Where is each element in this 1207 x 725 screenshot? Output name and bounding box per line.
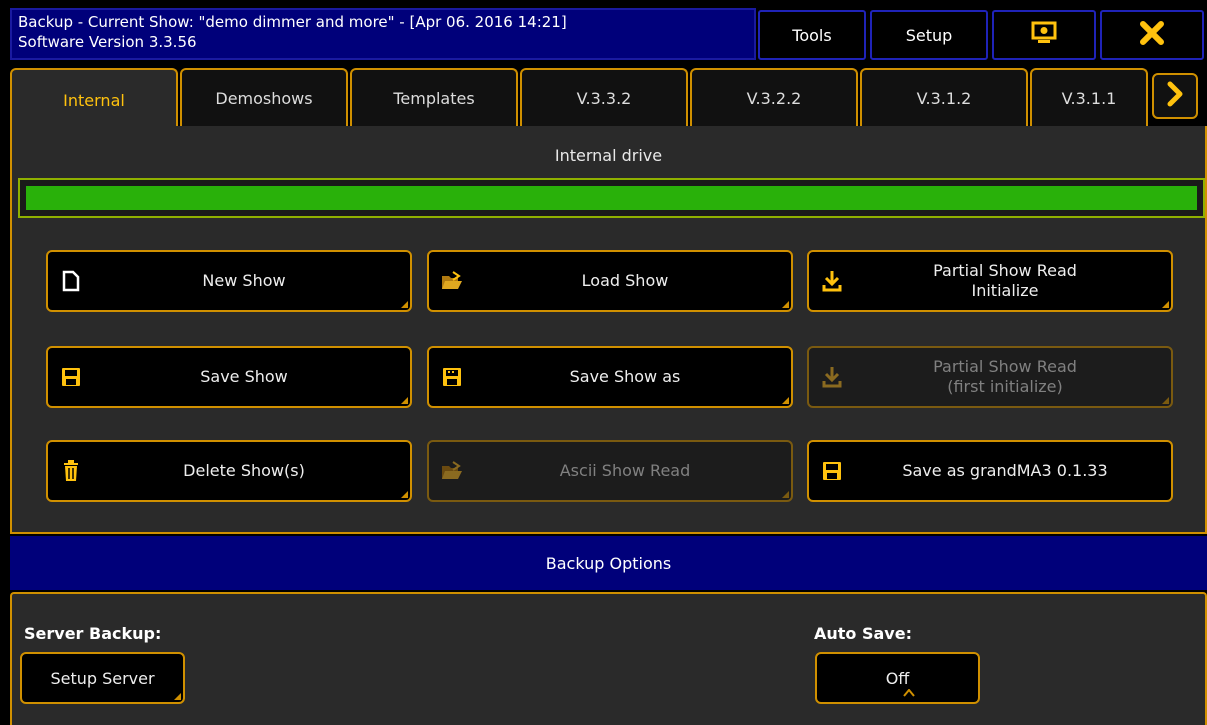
- close-icon: [1139, 20, 1165, 50]
- ascii-show-read-button[interactable]: Ascii Show Read: [427, 440, 793, 502]
- close-button[interactable]: [1100, 10, 1204, 60]
- save-show-as-label: Save Show as: [569, 367, 681, 386]
- partial-show-read-initialize-label: Partial Show Read Initialize: [933, 261, 1077, 300]
- save-show-button[interactable]: Save Show: [46, 346, 412, 408]
- title-bar: Backup - Current Show: "demo dimmer and …: [0, 0, 1207, 66]
- backup-options-panel: Server Backup: Setup Server Auto Save: O…: [10, 592, 1207, 725]
- corner-marker: [1162, 397, 1169, 404]
- partial-show-read-label: Partial Show Read (first initialize): [933, 357, 1077, 396]
- window-title: Backup - Current Show: "demo dimmer and …: [10, 8, 756, 60]
- server-backup-label: Server Backup:: [24, 624, 162, 643]
- tab-scroll-right-button[interactable]: [1152, 73, 1198, 119]
- drive-label: Internal drive: [554, 146, 663, 165]
- load-show-button[interactable]: Load Show: [427, 250, 793, 312]
- backup-options-header: Backup Options: [10, 536, 1207, 590]
- corner-marker: [401, 301, 408, 308]
- save-show-as-button[interactable]: Save Show as: [427, 346, 793, 408]
- new-show-label: New Show: [202, 271, 286, 290]
- partial-show-read-button[interactable]: Partial Show Read (first initialize): [807, 346, 1173, 408]
- setup-server-button[interactable]: Setup Server: [20, 652, 185, 704]
- setup-server-label: Setup Server: [50, 668, 155, 688]
- title-show-info: Backup - Current Show: "demo dimmer and …: [18, 13, 567, 31]
- save-as-grandma3-button[interactable]: Save as grandMA3 0.1.33: [807, 440, 1173, 502]
- tab-internal[interactable]: Internal: [10, 68, 178, 130]
- tab-demoshows[interactable]: Demoshows: [180, 68, 348, 126]
- corner-marker: [1162, 301, 1169, 308]
- setup-button[interactable]: Setup: [870, 10, 988, 60]
- delete-shows-label: Delete Show(s): [183, 461, 305, 480]
- tab-v311[interactable]: V.3.1.1: [1030, 68, 1148, 126]
- tab-v332[interactable]: V.3.3.2: [520, 68, 688, 126]
- auto-save-toggle[interactable]: Off: [815, 652, 980, 704]
- corner-marker: [782, 491, 789, 498]
- tab-templates[interactable]: Templates: [350, 68, 518, 126]
- title-software-version: Software Version 3.3.56: [18, 33, 197, 51]
- corner-marker: [401, 491, 408, 498]
- delete-shows-button[interactable]: Delete Show(s): [46, 440, 412, 502]
- corner-marker: [782, 301, 789, 308]
- open-folder-icon: [441, 459, 463, 483]
- trash-icon: [60, 459, 82, 483]
- save-show-label: Save Show: [200, 367, 288, 386]
- ascii-show-read-label: Ascii Show Read: [559, 461, 691, 480]
- open-folder-icon: [441, 269, 463, 293]
- partial-show-read-initialize-button[interactable]: Partial Show Read Initialize: [807, 250, 1173, 312]
- tab-v312[interactable]: V.3.1.2: [860, 68, 1028, 126]
- tools-button[interactable]: Tools: [758, 10, 866, 60]
- floppy-disk-icon: [821, 459, 843, 483]
- monitor-icon: [1031, 21, 1057, 49]
- chevron-right-icon: [1165, 81, 1185, 111]
- corner-marker: [174, 693, 181, 700]
- corner-marker: [401, 397, 408, 404]
- load-show-label: Load Show: [581, 271, 669, 290]
- download-arrow-icon: [821, 365, 843, 389]
- tab-v322[interactable]: V.3.2.2: [690, 68, 858, 126]
- new-file-icon: [60, 269, 82, 293]
- drive-usage-bar: [18, 178, 1205, 218]
- caret-up-icon: [902, 682, 915, 701]
- floppy-disk-icon: [441, 365, 463, 389]
- download-arrow-icon: [821, 269, 843, 293]
- drive-panel: Internal drive New Show Load Show Partia…: [10, 126, 1207, 534]
- floppy-disk-icon: [60, 365, 82, 389]
- corner-marker: [782, 397, 789, 404]
- auto-save-label: Auto Save:: [814, 624, 912, 643]
- drive-tabs: Internal Demoshows Templates V.3.3.2 V.3…: [10, 66, 1207, 130]
- drive-usage-fill: [26, 186, 1197, 210]
- new-show-button[interactable]: New Show: [46, 250, 412, 312]
- display-button[interactable]: [992, 10, 1096, 60]
- save-as-grandma3-label: Save as grandMA3 0.1.33: [902, 461, 1108, 480]
